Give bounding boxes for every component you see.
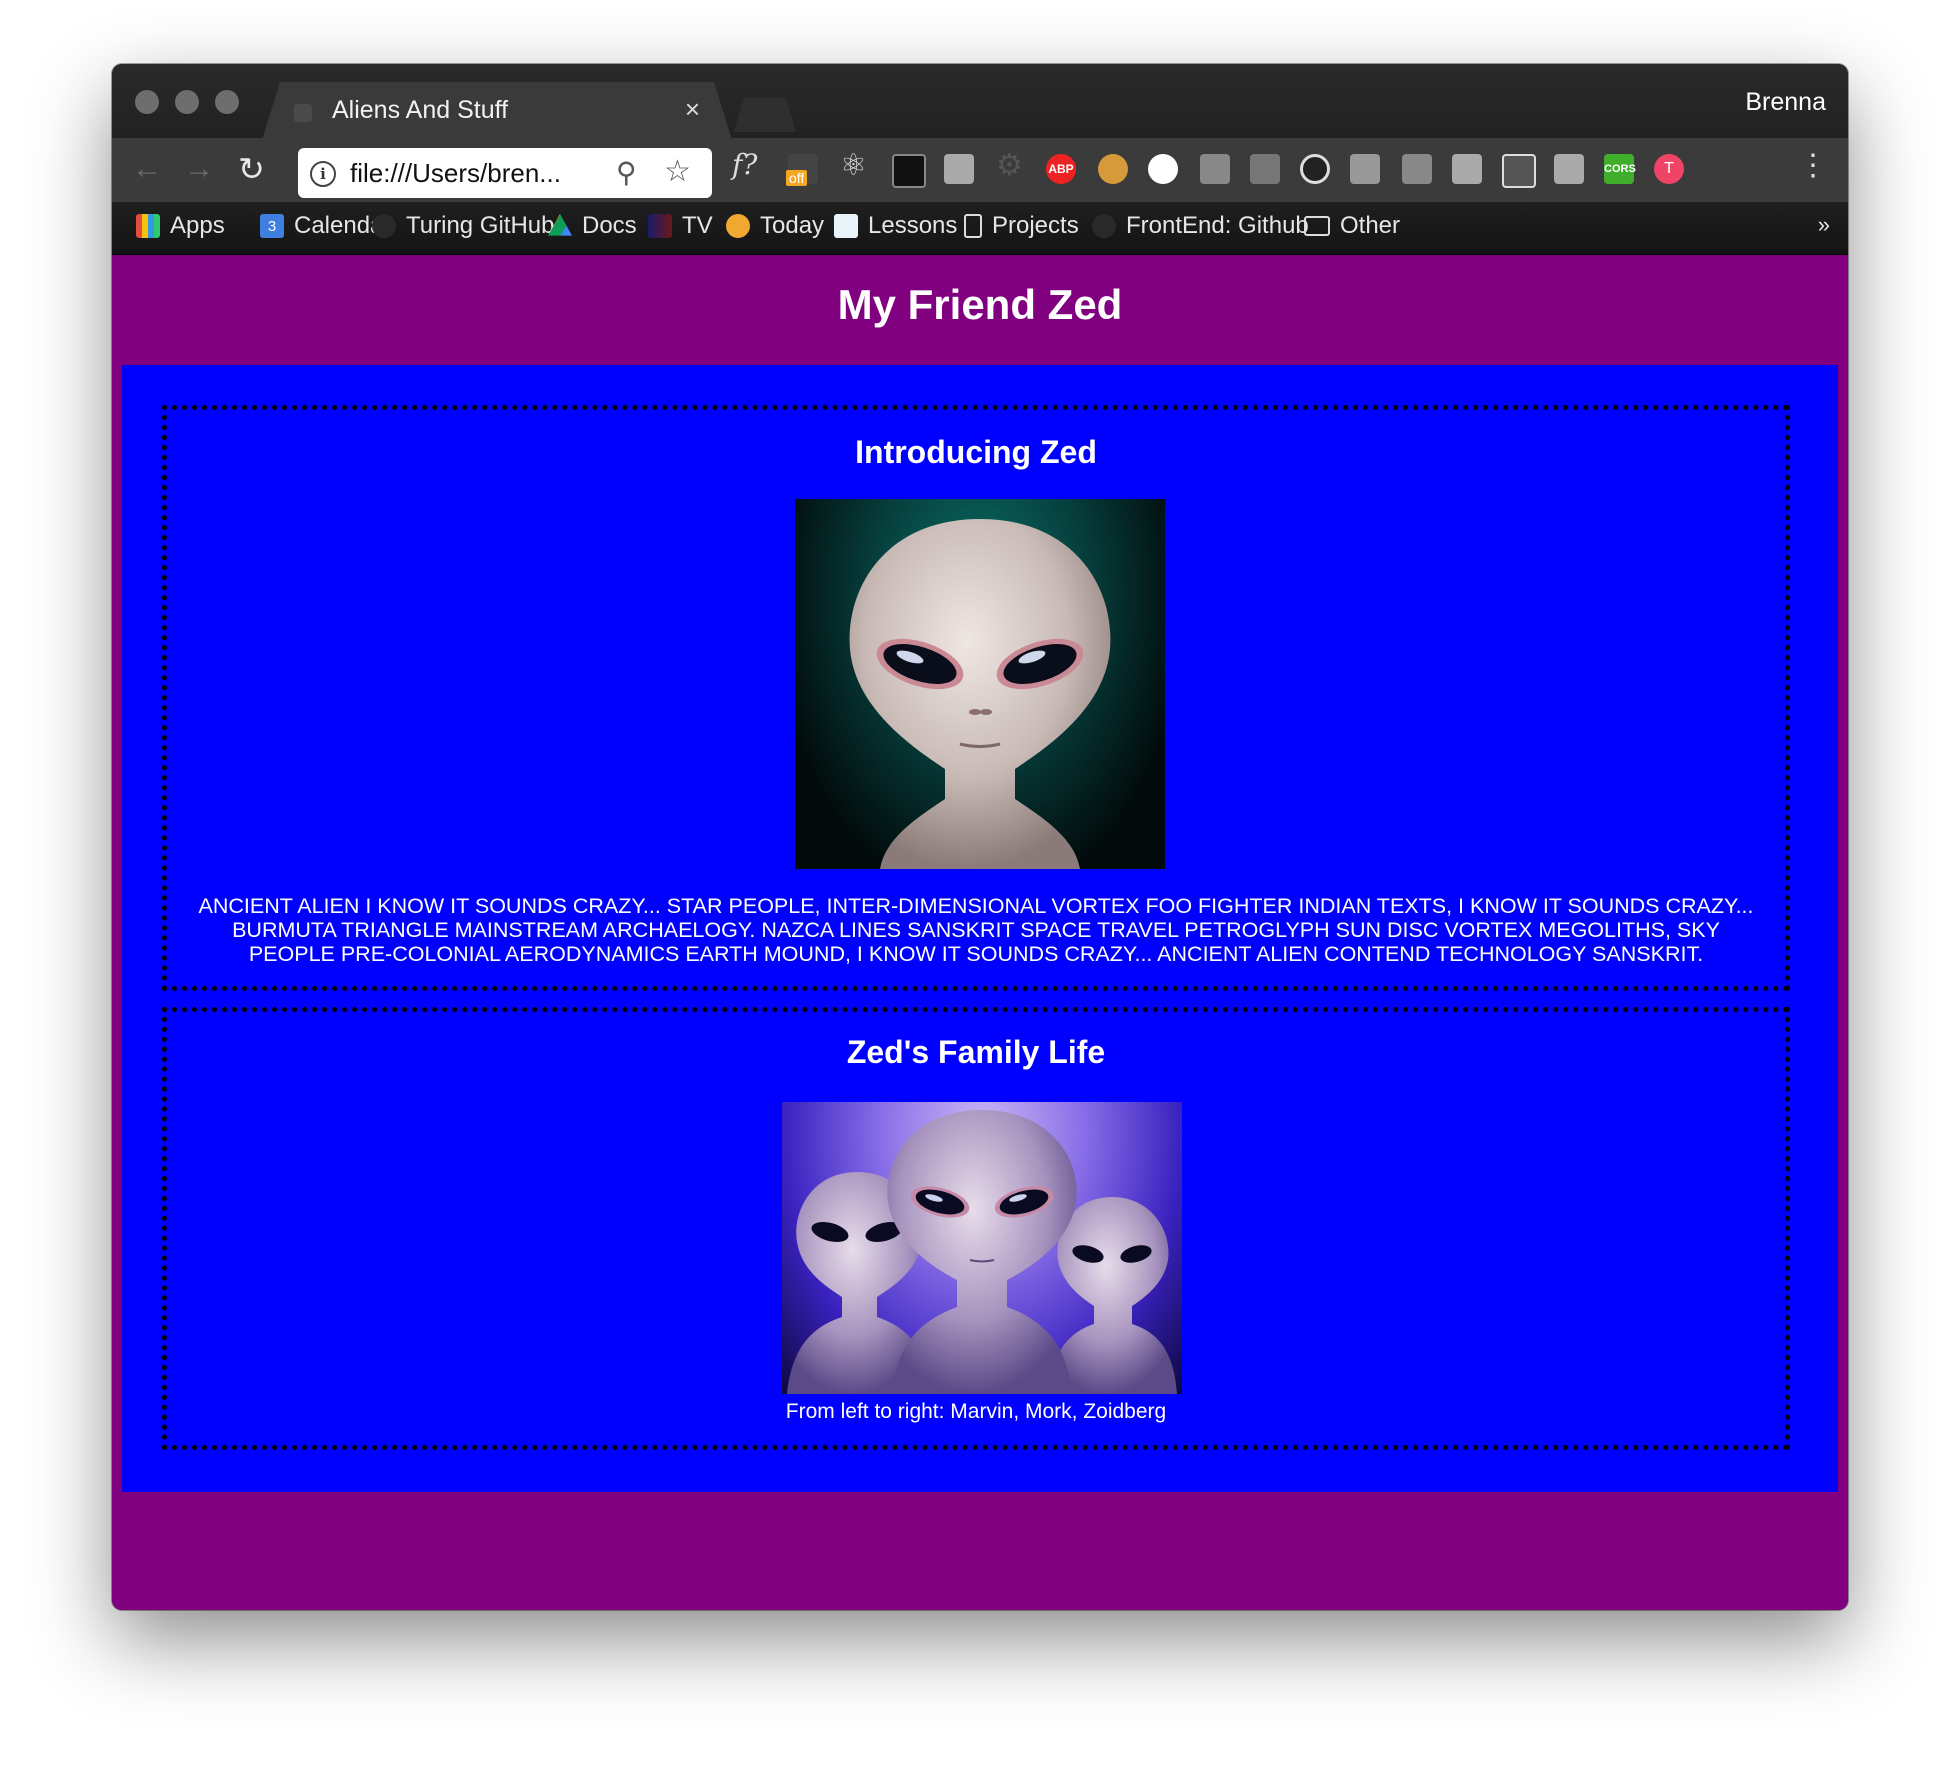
bookmark-lessons[interactable]: Lessons [834, 212, 957, 240]
bookmark-frontend-github[interactable]: FrontEnd: Github [1092, 212, 1309, 240]
t-extension-icon[interactable]: T [1654, 154, 1684, 184]
bookmark-label: TV [682, 212, 713, 239]
bookmark-label: Other [1340, 212, 1401, 239]
info-icon[interactable]: i [310, 161, 336, 187]
atom-extension-icon[interactable] [1200, 154, 1230, 184]
github-icon [372, 214, 396, 238]
page-extension-icon[interactable] [1402, 154, 1432, 184]
drive-icon [548, 214, 572, 236]
today-icon [726, 214, 750, 238]
section-zeds-family-life: Zed's Family Life From left to right: Ma… [162, 1007, 1790, 1450]
zoom-icon[interactable]: ⚲ [616, 156, 637, 189]
bookmark-today[interactable]: Today [726, 212, 824, 240]
bookmark-tv[interactable]: TV [648, 212, 713, 240]
bookmark-label: Docs [582, 212, 637, 239]
mdn-icon[interactable] [1250, 154, 1280, 184]
browser-window: Aliens And Stuff × Brenna ← → ↻ i file:/… [112, 64, 1848, 1610]
section-heading: Zed's Family Life [846, 1034, 1106, 1070]
close-window-button[interactable] [135, 90, 159, 114]
page-title: My Friend Zed [837, 281, 1123, 328]
lessons-icon [834, 214, 858, 238]
lock-extension-icon[interactable]: off [786, 154, 818, 186]
cors-extension-icon[interactable]: CORS [1604, 154, 1636, 184]
back-arrow-icon[interactable]: ← [132, 152, 162, 186]
tab-aliens-and-stuff[interactable]: Aliens And Stuff × [262, 82, 732, 140]
bookmarks-bar: Apps 3 Calendar Turing GitHub Docs TV Tod… [112, 202, 1848, 255]
folder-icon [1304, 216, 1330, 236]
bookmark-label: Apps [170, 212, 225, 239]
section-heading: Introducing Zed [855, 434, 1097, 470]
profile-name[interactable]: Brenna [1745, 88, 1826, 117]
fquestion-extension-icon[interactable]: f? [732, 148, 762, 181]
tab-close-icon[interactable]: × [685, 94, 700, 125]
zed-description: ANCIENT ALIEN I KNOW IT SOUNDS CRAZY... … [198, 894, 1754, 966]
bookmark-other[interactable]: Other [1304, 212, 1400, 240]
react-devtools-icon[interactable]: ⚛ [840, 148, 870, 182]
github-icon [1092, 214, 1116, 238]
apps-grid-icon [136, 214, 160, 238]
bookmark-turing-github[interactable]: Turing GitHub [372, 212, 555, 240]
bookmark-label: Projects [992, 212, 1079, 239]
page-content: My Friend Zed Introducing Zed ANCIENT AL… [112, 255, 1848, 1610]
target-icon[interactable] [1300, 154, 1330, 184]
more-bookmarks-icon[interactable]: » [1818, 212, 1830, 238]
bookmark-projects[interactable]: Projects [964, 212, 1079, 240]
bookmark-docs[interactable]: Docs [548, 212, 637, 240]
tv-icon [648, 214, 672, 238]
main-content: Introducing Zed ANCIENT ALIEN I KNOW IT … [122, 365, 1838, 1492]
address-bar[interactable]: i file:///Users/bren... ⚲ ☆ [298, 148, 712, 198]
link-extension-icon[interactable] [1502, 154, 1536, 188]
bookmark-label: Today [760, 212, 825, 239]
family-caption: From left to right: Marvin, Mork, Zoidbe… [785, 1400, 1167, 1423]
alien-family-image [782, 1102, 1182, 1394]
owl-extension-icon[interactable] [1452, 154, 1482, 184]
alien-portrait-image [795, 499, 1165, 869]
bookmark-label: FrontEnd: Github [1126, 212, 1309, 239]
bookmark-apps[interactable]: Apps [136, 212, 225, 240]
bookmark-label: Turing GitHub [406, 212, 555, 239]
url-text[interactable]: file:///Users/bren... [350, 158, 561, 189]
favicon-icon [294, 104, 312, 122]
es-extension-icon[interactable] [1350, 154, 1380, 184]
tab-title: Aliens And Stuff [332, 96, 509, 124]
off-badge: off [786, 170, 808, 186]
browser-toolbar: ← → ↻ i file:///Users/bren... ⚲ ☆ [112, 138, 1848, 202]
reload-icon[interactable]: ↻ [238, 152, 265, 186]
title-bar: Aliens And Stuff × Brenna [112, 64, 1848, 138]
ghostery-icon[interactable] [1148, 154, 1178, 184]
bookmark-label: Lessons [868, 212, 958, 239]
page-icon [964, 214, 982, 238]
bookmark-star-icon[interactable]: ☆ [664, 154, 691, 189]
color-picker-icon[interactable] [892, 154, 926, 188]
section-introducing-zed: Introducing Zed ANCIENT ALIEN I KNOW IT … [162, 405, 1790, 991]
cookie-icon[interactable] [1098, 154, 1128, 184]
adblock-plus-icon[interactable]: ABP [1046, 154, 1076, 184]
calendar-icon: 3 [260, 214, 284, 238]
h-extension-icon[interactable] [1554, 154, 1584, 184]
gear-extension-icon[interactable]: ⚙ [996, 148, 1026, 182]
forward-arrow-icon[interactable]: → [184, 152, 214, 186]
new-tab-button[interactable] [734, 98, 796, 132]
kebab-menu-icon[interactable]: ⋮ [1798, 148, 1828, 183]
lightbulb-icon[interactable] [944, 154, 974, 184]
zoom-window-button[interactable] [215, 90, 239, 114]
minimize-window-button[interactable] [175, 90, 199, 114]
